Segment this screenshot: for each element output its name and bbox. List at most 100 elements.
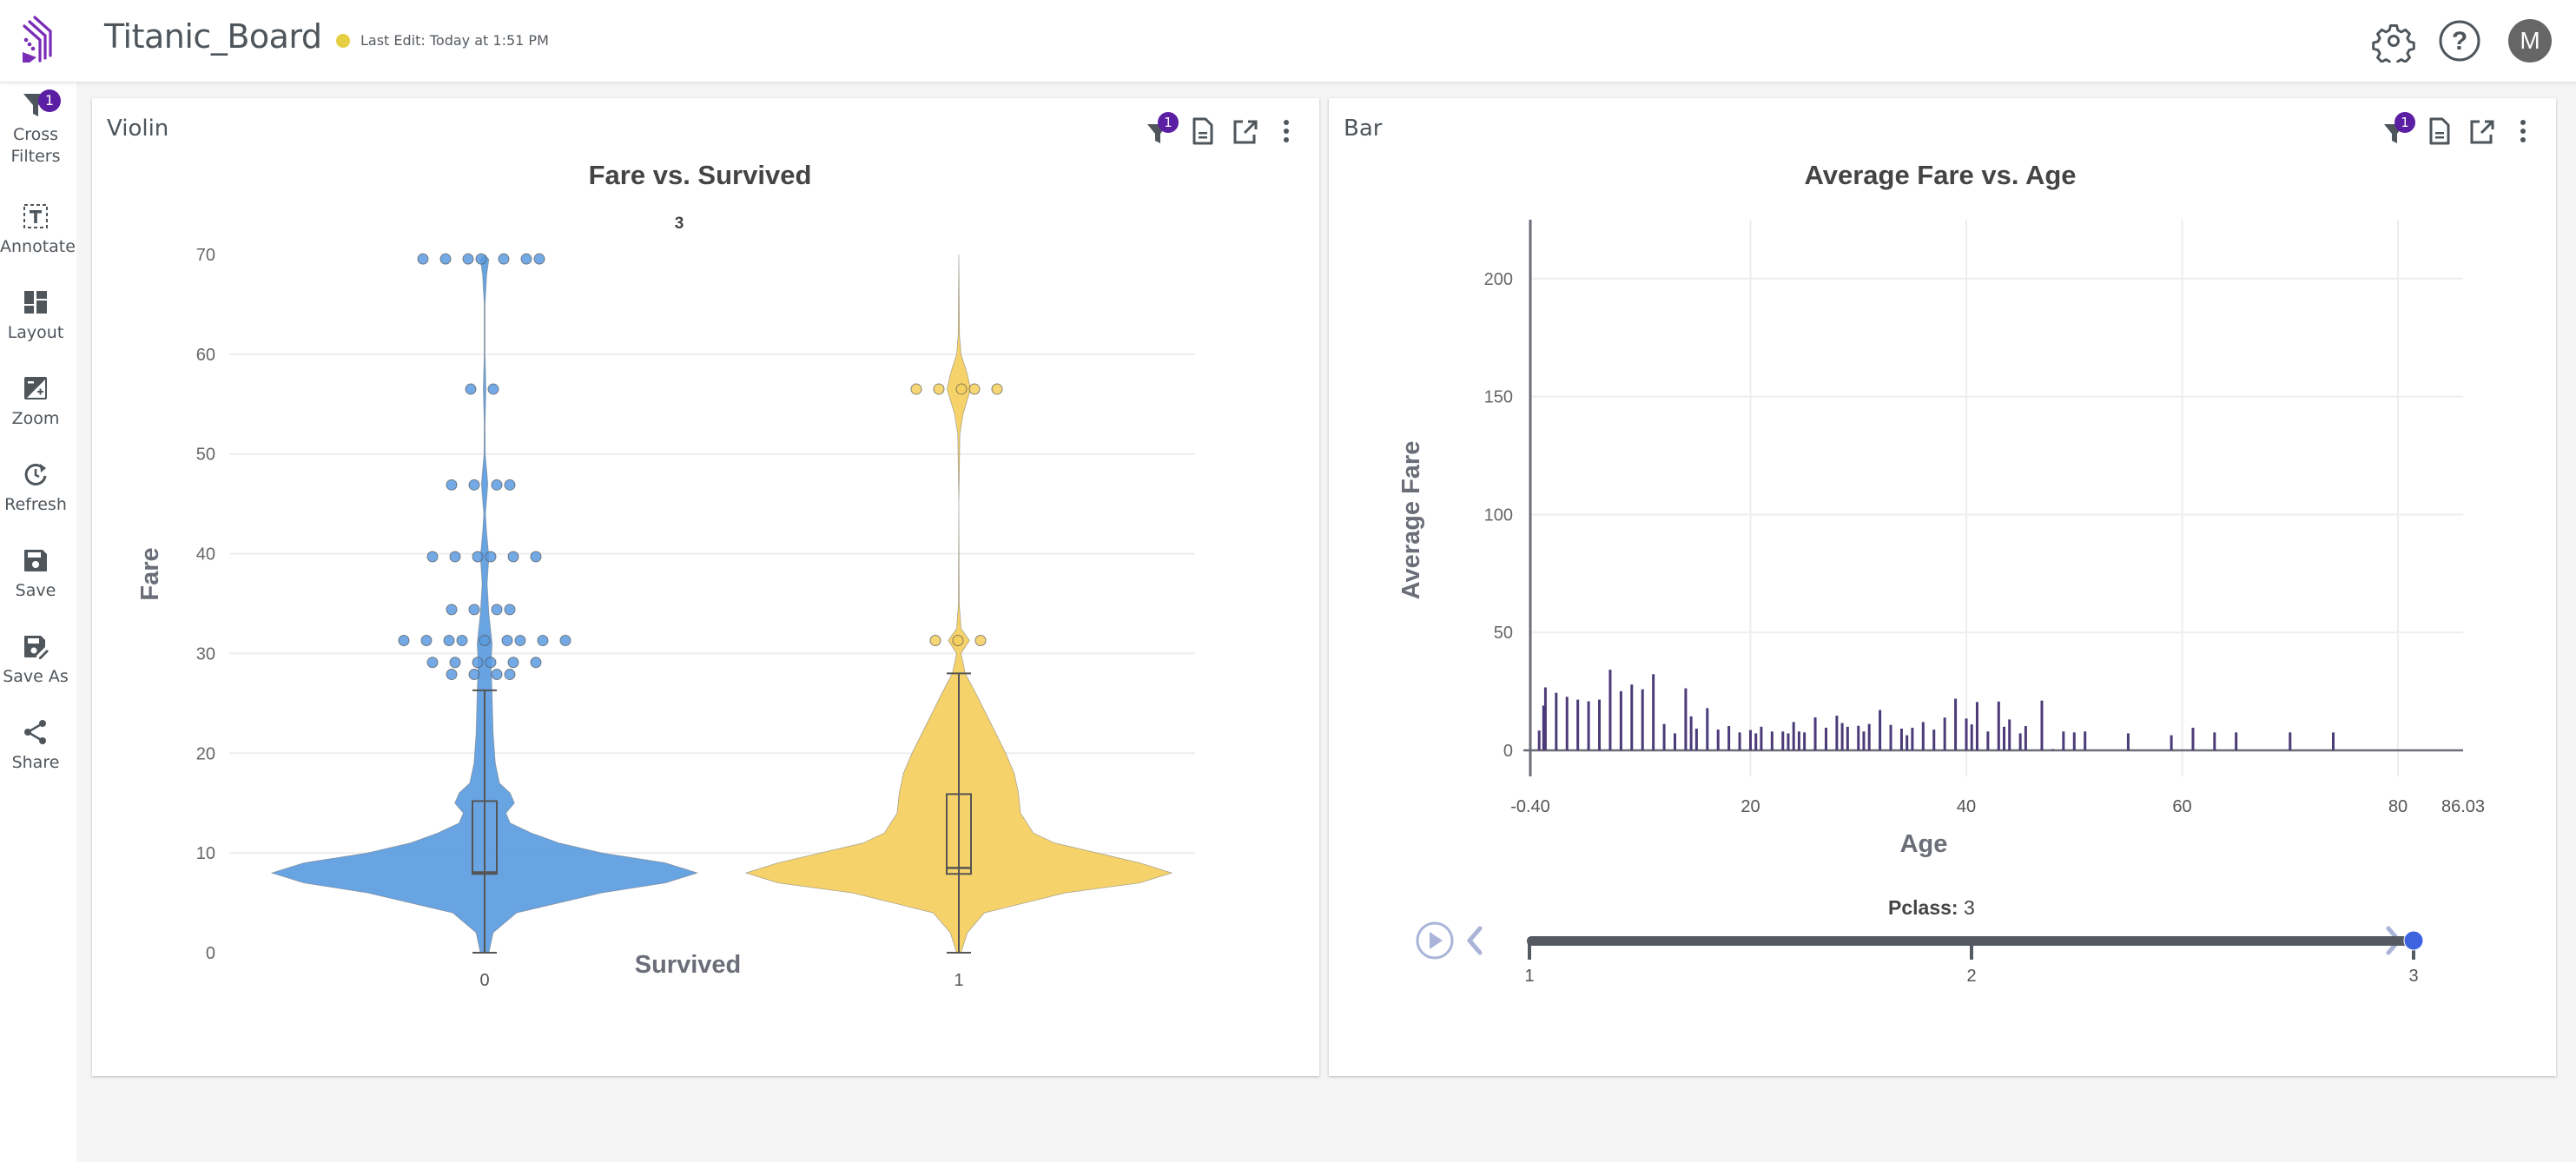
outlier-point[interactable] (507, 551, 519, 563)
bar[interactable] (1770, 731, 1773, 750)
outlier-point[interactable] (485, 657, 497, 669)
board-title[interactable]: Titanic_Board (104, 17, 322, 56)
outlier-point[interactable] (537, 634, 549, 646)
bar[interactable] (1997, 701, 2000, 750)
bar[interactable] (1813, 716, 1817, 750)
outlier-point[interactable] (491, 669, 503, 681)
bar[interactable] (1867, 723, 1871, 750)
bar[interactable] (1803, 732, 1807, 750)
bar[interactable] (2332, 732, 2335, 750)
pclass-slider[interactable]: Pclass: 3 1 2 3 (1416, 896, 2424, 986)
outlier-point[interactable] (501, 634, 513, 646)
outlier-point[interactable] (955, 383, 968, 395)
bar[interactable] (1689, 716, 1693, 750)
outlier-point[interactable] (507, 657, 519, 669)
outlier-point[interactable] (417, 253, 429, 265)
bar[interactable] (1986, 731, 1990, 750)
bar[interactable] (1911, 727, 1914, 750)
outlier-point[interactable] (968, 383, 981, 395)
bar[interactable] (1824, 727, 1827, 750)
bar[interactable] (1587, 701, 1590, 750)
outlier-point[interactable] (468, 669, 480, 681)
bar[interactable] (2084, 731, 2087, 750)
sidebar-item-refresh[interactable]: Refresh (0, 459, 71, 516)
app-logo-icon[interactable] (16, 12, 59, 64)
bar-chart[interactable]: Average Fare vs. Age Average Fare Age 0 5… (1329, 98, 2556, 1076)
sidebar-item-share[interactable]: Share (0, 717, 71, 774)
sidebar-item-cross-filters[interactable]: 1 Cross Filters (0, 89, 71, 168)
outlier-point[interactable] (472, 657, 484, 669)
bar[interactable] (1716, 730, 1720, 750)
outlier-point[interactable] (491, 604, 503, 616)
bar[interactable] (1748, 730, 1752, 750)
outlier-point[interactable] (446, 669, 458, 681)
outlier-point[interactable] (530, 551, 542, 563)
outlier-point[interactable] (991, 383, 1003, 395)
bar[interactable] (1970, 724, 1973, 750)
outlier-point[interactable] (514, 634, 526, 646)
outlier-point[interactable] (530, 657, 542, 669)
outlier-point[interactable] (952, 634, 964, 646)
outlier-point[interactable] (974, 634, 987, 646)
bar[interactable] (2191, 727, 2195, 750)
bar[interactable] (1565, 697, 1569, 750)
violin-chart[interactable]: Fare vs. Survived 3 Fare Survived 010203… (92, 98, 1319, 1076)
outlier-point[interactable] (449, 657, 461, 669)
bar[interactable] (1537, 730, 1541, 750)
bar[interactable] (1608, 670, 1612, 750)
bar[interactable] (1754, 733, 1758, 750)
bar[interactable] (1889, 724, 1892, 750)
outlier-point[interactable] (398, 634, 410, 646)
sidebar-item-annotate[interactable]: Annotate (0, 201, 76, 258)
outlier-point[interactable] (485, 551, 497, 563)
bar[interactable] (2213, 732, 2216, 750)
bar[interactable] (1684, 688, 1688, 750)
bar[interactable] (1932, 730, 1936, 750)
bar[interactable] (1630, 684, 1634, 750)
bar[interactable] (2170, 735, 2173, 750)
bar[interactable] (1619, 690, 1622, 750)
chevron-left-icon[interactable] (1466, 926, 1483, 955)
bar[interactable] (1943, 717, 1946, 750)
bar[interactable] (1954, 698, 1958, 750)
bar[interactable] (1738, 732, 1741, 750)
bar[interactable] (1906, 735, 1909, 750)
sidebar-item-layout[interactable]: Layout (0, 287, 71, 344)
bar[interactable] (1652, 674, 1655, 750)
bar[interactable] (2289, 732, 2292, 750)
outlier-point[interactable] (449, 551, 461, 563)
bar[interactable] (2040, 700, 2044, 750)
bar[interactable] (1641, 689, 1644, 750)
sidebar-item-save-as[interactable]: Save As (0, 631, 71, 688)
outlier-point[interactable] (559, 634, 571, 646)
outlier-point[interactable] (504, 669, 516, 681)
bar[interactable] (1662, 723, 1666, 750)
bar[interactable] (1975, 702, 1978, 750)
bar[interactable] (2072, 732, 2076, 750)
outlier-point[interactable] (426, 657, 439, 669)
outlier-point[interactable] (439, 253, 452, 265)
slider-handle[interactable] (2403, 930, 2424, 951)
outlier-point[interactable] (468, 604, 480, 616)
bar[interactable] (1921, 722, 1925, 750)
outlier-point[interactable] (933, 383, 945, 395)
outlier-point[interactable] (456, 634, 468, 646)
outlier-point[interactable] (443, 634, 455, 646)
bar[interactable] (1555, 692, 1558, 750)
bar[interactable] (1674, 733, 1677, 750)
outlier-point[interactable] (465, 383, 477, 395)
bar[interactable] (1879, 710, 1882, 750)
bar[interactable] (2008, 719, 2011, 750)
bar[interactable] (1760, 726, 1763, 750)
bar[interactable] (1543, 687, 1547, 750)
outlier-point[interactable] (446, 604, 458, 616)
bar[interactable] (1846, 726, 1849, 750)
bar[interactable] (2051, 749, 2054, 750)
bar[interactable] (1576, 699, 1580, 750)
bar[interactable] (1781, 731, 1785, 750)
bar[interactable] (2062, 731, 2065, 750)
outlier-point[interactable] (491, 479, 503, 491)
bar[interactable] (1899, 729, 1903, 750)
outlier-point[interactable] (475, 253, 487, 265)
outlier-point[interactable] (504, 479, 516, 491)
